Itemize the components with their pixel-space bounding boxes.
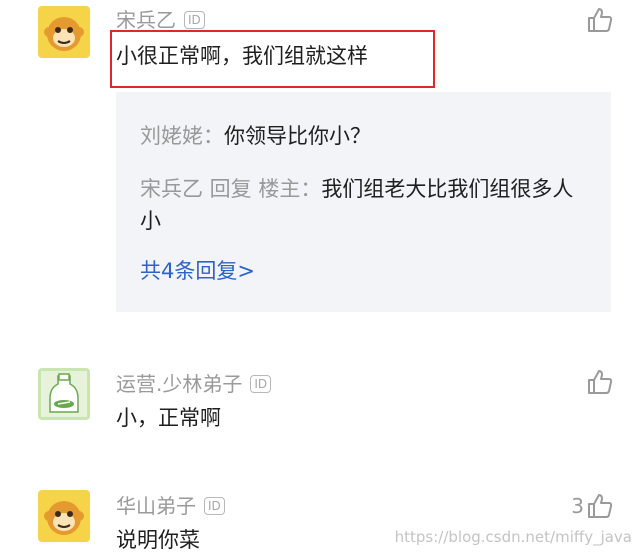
id-badge: ID <box>204 497 225 515</box>
like-button[interactable] <box>584 6 614 34</box>
comment-item: 运营.少林弟子 ID 小，正常啊 <box>0 360 642 470</box>
reply-item[interactable]: 宋兵乙 回复 楼主：我们组老大比我们组很多人小 <box>140 173 591 237</box>
bottle-avatar-icon[interactable] <box>38 368 90 420</box>
like-button[interactable] <box>584 368 614 396</box>
comment-text: 小，正常啊 <box>116 406 221 430</box>
highlight-annotation <box>110 30 435 88</box>
like-button[interactable]: 3 <box>571 492 614 520</box>
reply-author[interactable]: 宋兵乙 回复 楼主： <box>140 177 321 201</box>
id-badge: ID <box>250 375 272 393</box>
comment-username[interactable]: 华山弟子 ID <box>116 494 225 518</box>
username-text[interactable]: 华山弟子 <box>116 494 196 518</box>
thumbs-up-icon <box>588 370 613 394</box>
username-text[interactable]: 宋兵乙 <box>116 8 176 32</box>
comment-username[interactable]: 宋兵乙 ID <box>116 8 205 32</box>
id-badge: ID <box>184 11 205 29</box>
thumbs-up-icon <box>588 494 613 518</box>
comment-text: 说明你菜 <box>116 528 200 552</box>
reply-item[interactable]: 刘姥姥：你领导比你小？ <box>140 120 591 152</box>
watermark-text: https://blog.csdn.net/miffy_java <box>394 528 632 546</box>
username-text[interactable]: 运营.少林弟子 <box>116 372 242 396</box>
comment-item: 宋兵乙 ID 小很正常啊，我们组就这样 刘姥姥：你领导比你小？ 宋兵乙 回复 楼主… <box>0 0 642 330</box>
comment-item: 华山弟子 ID 3 说明你菜 <box>0 478 642 558</box>
comment-thread: 宋兵乙 ID 小很正常啊，我们组就这样 刘姥姥：你领导比你小？ 宋兵乙 回复 楼主… <box>0 0 642 558</box>
thumbs-up-icon <box>588 8 613 32</box>
more-replies-link[interactable]: 共4条回复> <box>140 255 255 285</box>
monkey-avatar-icon[interactable] <box>38 6 90 58</box>
like-count: 3 <box>571 494 584 518</box>
reply-author[interactable]: 刘姥姥： <box>140 124 224 148</box>
reply-text: 你领导比你小？ <box>224 124 371 148</box>
monkey-avatar-icon[interactable] <box>38 490 90 542</box>
comment-username[interactable]: 运营.少林弟子 ID <box>116 372 272 396</box>
reply-thread[interactable]: 刘姥姥：你领导比你小？ 宋兵乙 回复 楼主：我们组老大比我们组很多人小 共4条回… <box>116 92 611 312</box>
